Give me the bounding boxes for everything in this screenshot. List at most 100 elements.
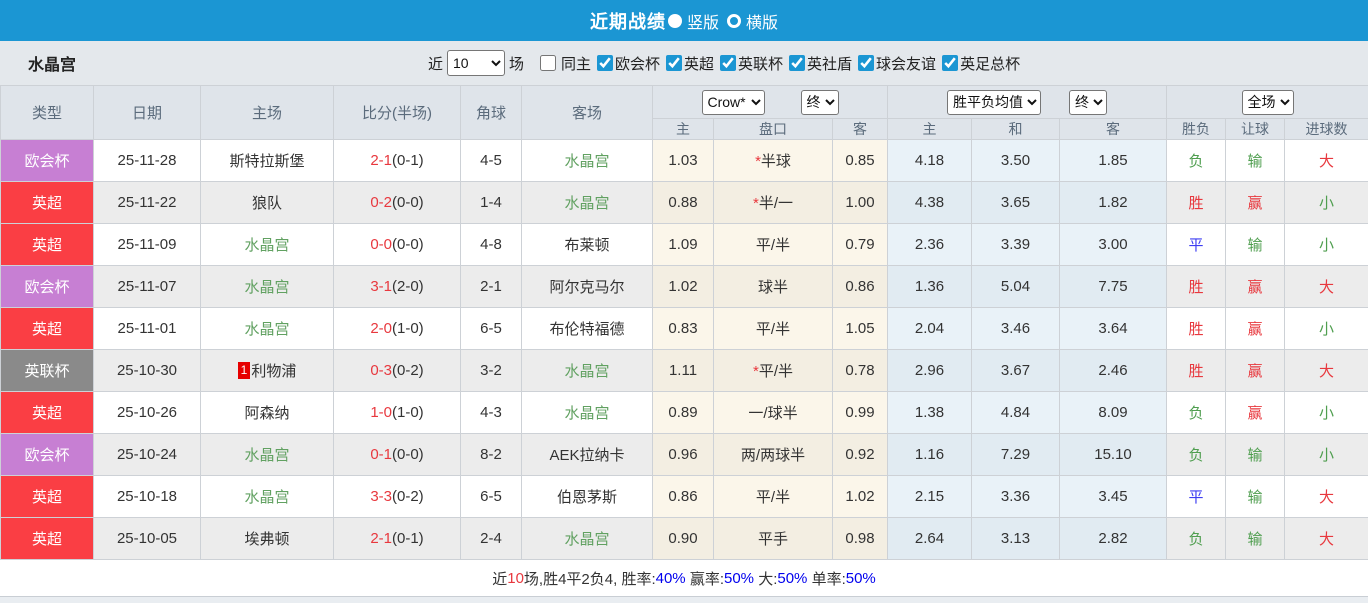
cell-result: 平 (1167, 224, 1226, 266)
filter-checkbox[interactable] (597, 55, 613, 71)
avg-away-value: 3.64 (1098, 320, 1127, 337)
subcolumn-avg-home: 主 (888, 119, 972, 140)
cell-odds-home: 1.02 (653, 266, 714, 308)
avg-time-select[interactable]: 终 (1069, 90, 1107, 115)
cell-avg-draw: 3.39 (972, 224, 1060, 266)
view-toggle: 竖版横版 (666, 9, 778, 33)
filter-checkbox[interactable] (858, 55, 874, 71)
away-team-name: 水晶宫 (564, 405, 609, 422)
filter-item[interactable]: 英社盾 (785, 53, 852, 74)
cell-home-team: 狼队 (201, 182, 334, 224)
corners-text: 6-5 (480, 488, 502, 505)
cell-avg-home: 2.96 (888, 350, 972, 392)
avg-type-select[interactable]: 胜平负均值 (947, 90, 1041, 115)
halftime-score: (2-0) (392, 278, 424, 295)
filter-checkbox[interactable] (789, 55, 805, 71)
filter-item[interactable]: 英联杯 (716, 53, 783, 74)
filter-checkbox[interactable] (666, 55, 682, 71)
home-team-name: 水晶宫 (244, 279, 289, 296)
cell-away-team: 水晶宫 (522, 182, 653, 224)
odds-home-value: 0.83 (668, 320, 697, 337)
radio-selected-icon[interactable] (668, 14, 682, 28)
filter-checkbox[interactable] (720, 55, 736, 71)
column-header-home: 主场 (201, 86, 334, 140)
cell-home-team: 阿森纳 (201, 392, 334, 434)
cell-handicap-result: 赢 (1226, 350, 1285, 392)
cell-avg-away: 15.10 (1060, 434, 1167, 476)
halftime-score: (0-1) (392, 530, 424, 547)
filter-item[interactable]: 同主 (530, 53, 591, 74)
table-row: 英超25-10-18水晶宫3-3(0-2)6-5伯恩茅斯0.86平/半1.022… (1, 476, 1368, 518)
avg-draw-value: 3.13 (1001, 530, 1030, 547)
home-team-name: 水晶宫 (244, 321, 289, 338)
cell-odds-away: 1.05 (833, 308, 888, 350)
odds-home-value: 0.86 (668, 488, 697, 505)
filter-item[interactable]: 球会友谊 (854, 53, 936, 74)
filter-item[interactable]: 英足总杯 (938, 53, 1020, 74)
cell-odds-home: 1.03 (653, 140, 714, 182)
fulltime-score: 2-1 (370, 152, 392, 169)
cell-corners: 4-3 (461, 392, 522, 434)
goals-result-text: 大 (1319, 279, 1334, 296)
cell-competition: 英超 (1, 224, 94, 266)
filter-item[interactable]: 英超 (662, 53, 714, 74)
cell-odds-away: 0.92 (833, 434, 888, 476)
competition-badge: 英超 (1, 182, 93, 223)
cell-avg-away: 3.00 (1060, 224, 1167, 266)
handicap-result-text: 赢 (1248, 195, 1263, 212)
cell-corners: 3-2 (461, 350, 522, 392)
cell-score: 1-0(1-0) (334, 392, 461, 434)
summary-part: 赢率: (686, 568, 724, 589)
cell-odds-home: 0.88 (653, 182, 714, 224)
cell-away-team: 伯恩茅斯 (522, 476, 653, 518)
filter-label: 同主 (561, 53, 591, 74)
handicap-result-text: 输 (1248, 489, 1263, 506)
date-text: 25-10-30 (117, 362, 177, 379)
filter-checkbox[interactable] (540, 55, 556, 71)
cell-corners: 4-8 (461, 224, 522, 266)
avg-draw-value: 3.50 (1001, 152, 1030, 169)
cell-goals-result: 大 (1285, 476, 1368, 518)
halftime-score: (0-2) (392, 362, 424, 379)
odds-time-select[interactable]: 终 (801, 90, 839, 115)
title-bar: 近期战绩 竖版横版 (0, 0, 1368, 41)
corners-text: 8-2 (480, 446, 502, 463)
recent-count-select[interactable]: 10 (447, 50, 505, 76)
cell-score: 2-0(1-0) (334, 308, 461, 350)
radio-unselected-icon[interactable] (727, 14, 741, 28)
column-header-date: 日期 (94, 86, 201, 140)
results-table: 类型 日期 主场 比分(半场) 角球 客场 Crow* 终 胜平负均值 终 全场 (0, 85, 1368, 560)
cell-home-team: 斯特拉斯堡 (201, 140, 334, 182)
filter-label: 球会友谊 (876, 53, 936, 74)
date-text: 25-11-22 (118, 194, 177, 211)
handicap-text: 平/半 (756, 489, 790, 506)
cell-odds-home: 0.89 (653, 392, 714, 434)
competition-badge: 欧会杯 (1, 266, 93, 307)
cell-avg-away: 1.85 (1060, 140, 1167, 182)
scope-select[interactable]: 全场 (1242, 90, 1294, 115)
cell-goals-result: 小 (1285, 182, 1368, 224)
cell-handicap-result: 输 (1226, 224, 1285, 266)
halftime-score: (0-0) (392, 236, 424, 253)
cell-handicap: 平/半 (714, 224, 833, 266)
home-team-name: 埃弗顿 (244, 531, 289, 548)
cell-score: 2-1(0-1) (334, 518, 461, 560)
competition-badge: 英联杯 (1, 350, 93, 391)
view-option-vertical[interactable]: 竖版 (668, 9, 719, 33)
filter-checkbox[interactable] (942, 55, 958, 71)
filter-item[interactable]: 欧会杯 (593, 53, 660, 74)
handicap-text: 平手 (758, 531, 788, 548)
cell-competition: 欧会杯 (1, 434, 94, 476)
avg-header-group: 胜平负均值 终 (888, 86, 1167, 119)
handicap-text: 平/半 (759, 363, 793, 380)
recent-prefix-label: 近 (428, 53, 443, 74)
avg-home-value: 2.15 (915, 488, 944, 505)
cell-result: 胜 (1167, 266, 1226, 308)
view-option-horizontal[interactable]: 横版 (727, 9, 778, 33)
home-team-name: 利物浦 (251, 363, 296, 380)
summary-part: 场,胜4平2负4, 胜率: (524, 568, 656, 589)
cell-avg-home: 2.04 (888, 308, 972, 350)
cell-competition: 英超 (1, 476, 94, 518)
cell-avg-away: 3.64 (1060, 308, 1167, 350)
odds-company-select[interactable]: Crow* (702, 90, 765, 115)
